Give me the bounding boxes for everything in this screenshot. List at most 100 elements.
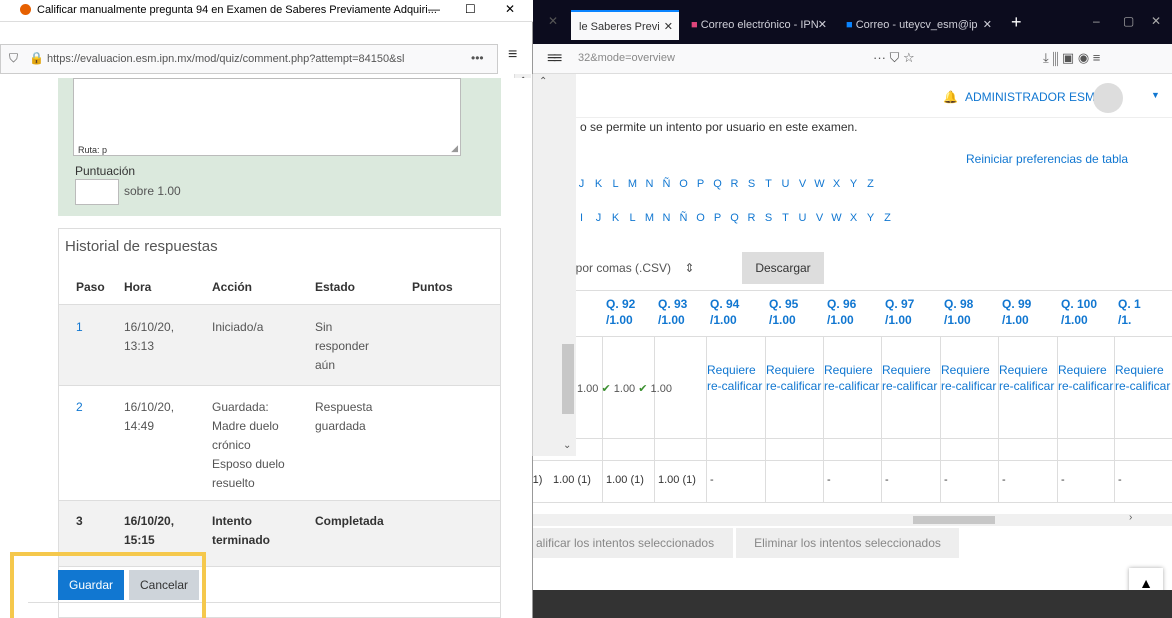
requires-regrade-link[interactable]: Requiere re-calificar (1058, 362, 1114, 394)
url-text[interactable]: 32&mode=overview (578, 52, 675, 64)
firstname-letter-filter[interactable]: JKLMNÑOPQRSTUVWXYZ (573, 176, 879, 190)
letter-filter-item[interactable]: Ñ (675, 212, 692, 224)
letter-filter-item[interactable]: U (777, 178, 794, 190)
shield-icon[interactable]: ⛉ (9, 51, 18, 66)
letter-filter-item[interactable]: S (760, 212, 777, 224)
regrade-selected-button[interactable]: alificar los intentos seleccionados (533, 528, 733, 558)
tab-quiz[interactable]: le Saberes Previ ✕ (571, 10, 679, 40)
question-number[interactable]: Q. 1 (1118, 296, 1141, 312)
question-number[interactable]: Q. 100 (1061, 296, 1097, 312)
new-tab-icon[interactable]: + (1011, 12, 1022, 33)
question-column-header[interactable]: Q. 94/1.00 (710, 296, 739, 328)
close-icon[interactable]: ✕ (505, 2, 515, 16)
question-column-header[interactable]: Q. 100/1.00 (1061, 296, 1097, 328)
question-number[interactable]: Q. 97 (885, 296, 914, 312)
score-input[interactable] (75, 179, 119, 205)
close-window-icon[interactable]: ✕ (1151, 14, 1161, 28)
popup-scrollbar[interactable]: ⌃ ⌄ (532, 74, 576, 456)
letter-filter-item[interactable]: Y (862, 212, 879, 224)
hamburger-menu-icon[interactable]: ≡ (508, 46, 517, 64)
chevron-right-icon[interactable]: › (1129, 512, 1132, 523)
question-number[interactable]: Q. 93 (658, 296, 687, 312)
question-number[interactable]: Q. 96 (827, 296, 856, 312)
question-column-header[interactable]: Q. 96/1.00 (827, 296, 856, 328)
letter-filter-item[interactable]: W (828, 212, 845, 224)
horizontal-scrollbar[interactable]: › (533, 512, 1172, 526)
letter-filter-item[interactable]: J (590, 212, 607, 224)
question-column-header[interactable]: Q. 98/1.00 (944, 296, 973, 328)
toolbar-icons[interactable]: ⤓ ⫼ ▣ ◉ ≡ (1043, 50, 1100, 66)
letter-filter-item[interactable]: N (658, 212, 675, 224)
letter-filter-item[interactable]: U (794, 212, 811, 224)
letter-filter-item[interactable]: Q (709, 178, 726, 190)
letter-filter-item[interactable]: P (709, 212, 726, 224)
close-icon[interactable]: ✕ (983, 10, 992, 40)
letter-filter-item[interactable]: K (607, 212, 624, 224)
more-icon[interactable]: ••• (471, 51, 484, 65)
requires-regrade-link[interactable]: Requiere re-calificar (766, 362, 822, 394)
scrollbar-thumb[interactable] (913, 516, 995, 524)
question-column-header[interactable]: Q. 92/1.00 (606, 296, 635, 328)
close-icon[interactable]: ✕ (818, 10, 827, 40)
letter-filter-item[interactable]: Ñ (658, 178, 675, 190)
back-to-top-icon[interactable]: ▲ (1129, 568, 1163, 590)
resize-handle-icon[interactable]: ◢ (451, 143, 458, 154)
letter-filter-item[interactable]: O (675, 178, 692, 190)
scroll-up-icon[interactable]: ⌃ (539, 76, 547, 87)
question-number[interactable]: Q. 94 (710, 296, 739, 312)
letter-filter-item[interactable]: Z (879, 212, 896, 224)
question-column-header[interactable]: Q. 97/1.00 (885, 296, 914, 328)
letter-filter-item[interactable]: R (743, 212, 760, 224)
question-column-header[interactable]: Q. 95/1.00 (769, 296, 798, 328)
letter-filter-item[interactable]: Q (726, 212, 743, 224)
letter-filter-item[interactable]: M (624, 178, 641, 190)
letter-filter-item[interactable]: L (607, 178, 624, 190)
letter-filter-item[interactable]: N (641, 178, 658, 190)
letter-filter-item[interactable]: S (743, 178, 760, 190)
close-icon[interactable]: ✕ (548, 14, 558, 28)
letter-filter-item[interactable]: O (692, 212, 709, 224)
letter-filter-item[interactable]: R (726, 178, 743, 190)
question-column-header[interactable]: Q. 99/1.00 (1002, 296, 1031, 328)
letter-filter-item[interactable]: M (641, 212, 658, 224)
tab-email-ipn[interactable]: ■ Correo electrónico - IPN ✕ (683, 10, 833, 40)
minimize-icon[interactable]: – (1093, 14, 1100, 28)
chevron-down-icon[interactable]: ▼ (1151, 90, 1160, 100)
url-text[interactable]: https://evaluacion.esm.ipn.mx/mod/quiz/c… (47, 53, 467, 65)
restore-icon[interactable]: ▢ (1123, 14, 1134, 28)
requires-regrade-link[interactable]: Requiere re-calificar (707, 362, 763, 394)
delete-selected-button[interactable]: Eliminar los intentos seleccionados (736, 528, 959, 558)
download-button[interactable]: Descargar (742, 252, 824, 284)
hamburger-menu-icon[interactable]: ≡ (553, 50, 562, 68)
letter-filter-item[interactable]: K (590, 178, 607, 190)
user-menu-name[interactable]: ADMINISTRADOR ESM (965, 90, 1095, 104)
question-column-header[interactable]: Q. 93/1.00 (658, 296, 687, 328)
avatar[interactable] (1093, 83, 1123, 113)
requires-regrade-link[interactable]: Requiere re-calificar (941, 362, 997, 394)
reset-table-preferences-link[interactable]: Reiniciar preferencias de tabla (966, 152, 1128, 166)
question-number[interactable]: Q. 99 (1002, 296, 1031, 312)
requires-regrade-link[interactable]: Requiere re-calificar (882, 362, 938, 394)
tab-outlook[interactable]: ■ Correo - uteycv_esm@ip ✕ (838, 10, 998, 40)
question-number[interactable]: Q. 95 (769, 296, 798, 312)
scroll-down-icon[interactable]: ⌄ (563, 440, 571, 451)
requires-regrade-link[interactable]: Requiere re-calificar (824, 362, 880, 394)
page-actions-icon[interactable]: ··· ⛉ ☆ (873, 50, 915, 66)
popup-url-bar[interactable]: ⛉ 🔒 https://evaluacion.esm.ipn.mx/mod/qu… (0, 44, 498, 74)
comment-textarea[interactable]: Ruta: p ◢ (73, 78, 461, 156)
lastname-letter-filter[interactable]: IJKLMNÑOPQRSTUVWXYZ (573, 210, 896, 224)
question-column-header[interactable]: Q. 1/1. (1118, 296, 1141, 328)
question-number[interactable]: Q. 92 (606, 296, 635, 312)
minimize-icon[interactable]: — (428, 2, 440, 16)
close-icon[interactable]: ✕ (664, 12, 673, 40)
letter-filter-item[interactable]: X (828, 178, 845, 190)
letter-filter-item[interactable]: T (760, 178, 777, 190)
bell-icon[interactable]: 🔔 (943, 90, 958, 104)
letter-filter-item[interactable]: W (811, 178, 828, 190)
requires-regrade-link[interactable]: Requiere re-calificar (1115, 362, 1171, 394)
question-number[interactable]: Q. 98 (944, 296, 973, 312)
letter-filter-item[interactable]: L (624, 212, 641, 224)
letter-filter-item[interactable]: Z (862, 178, 879, 190)
letter-filter-item[interactable]: V (811, 212, 828, 224)
letter-filter-item[interactable]: Y (845, 178, 862, 190)
